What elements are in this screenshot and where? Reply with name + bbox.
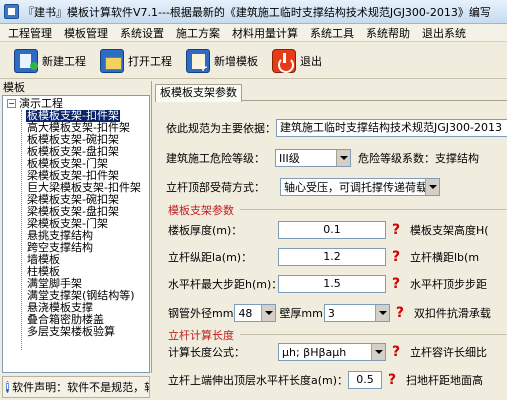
top-force-label: 立杆顶部受荷方式： bbox=[166, 181, 265, 194]
menu-project[interactable]: 工程管理 bbox=[8, 25, 52, 41]
calc-label: 计算长度公式： bbox=[168, 346, 245, 359]
top-force-value: 轴心受压，可调托撑传递荷载 bbox=[284, 181, 427, 194]
basis-label: 依此规范为主要依据： bbox=[166, 122, 276, 135]
ext-field[interactable]: 0.5 bbox=[348, 371, 383, 389]
menu-help[interactable]: 系统帮助 bbox=[366, 25, 410, 41]
exit-label: 退出 bbox=[300, 54, 322, 68]
pipe-label: 钢管外径mm bbox=[168, 307, 234, 320]
open-folder-icon bbox=[100, 48, 124, 73]
slender-label: 立杆容许长细比 bbox=[410, 346, 487, 359]
step-row: 水平杆最大步距h(m)： 1.5 ? 水平杆顶步步距 bbox=[168, 274, 487, 294]
step-label: 水平杆最大步距h(m)： bbox=[168, 278, 283, 291]
chevron-down-icon[interactable] bbox=[336, 150, 350, 166]
app-icon bbox=[4, 4, 19, 19]
tab-strip: 板模板支架参数 bbox=[155, 81, 507, 102]
la-row: 立杆纵距la(m)： 1.2 ? 立杆横距lb(m bbox=[168, 247, 479, 267]
group-divider bbox=[240, 334, 507, 335]
exit-button[interactable]: 退出 bbox=[272, 45, 322, 77]
power-icon bbox=[272, 48, 296, 73]
ext-label: 立杆上端伸出顶层水平杆长度a(m)： bbox=[168, 374, 349, 387]
new-project-button[interactable]: 新建工程 bbox=[14, 45, 86, 77]
help-icon[interactable]: ? bbox=[386, 372, 398, 388]
menu-template[interactable]: 模板管理 bbox=[64, 25, 108, 41]
info-icon: i bbox=[6, 381, 10, 393]
chevron-down-icon[interactable] bbox=[425, 179, 439, 195]
open-project-label: 打开工程 bbox=[128, 54, 172, 68]
group-calc-length-title: 立杆计算长度 bbox=[168, 329, 234, 342]
hazard-label: 建筑施工危险等级： bbox=[166, 152, 265, 165]
toolbar: 新建工程 打开工程 新增模板 退出 bbox=[0, 43, 507, 79]
help-icon[interactable]: ? bbox=[390, 222, 402, 238]
title-bar: 『建书』模板计算软件V7.1---根据最新的《建筑施工临时支撑结构技术规范JGJ… bbox=[0, 0, 507, 24]
statement-text: 软件声明：软件不是规范，软件只是工具，最终的计算结果请用户自行审核 bbox=[12, 381, 149, 394]
calc-formula-select[interactable]: μh; βHβaμh bbox=[278, 343, 386, 361]
template-tree[interactable]: − 演示工程 板模板支架-扣件架 高大模板支架-扣件架 板模板支架-碗扣架 板模… bbox=[2, 95, 150, 373]
chevron-down-icon[interactable] bbox=[371, 344, 385, 360]
menu-tools[interactable]: 系统工具 bbox=[310, 25, 354, 41]
step-field[interactable]: 1.5 bbox=[278, 275, 386, 293]
software-statement: i 软件声明：软件不是规范，软件只是工具，最终的计算结果请用户自行审核 bbox=[2, 376, 150, 398]
menu-material[interactable]: 材料用量计算 bbox=[232, 25, 298, 41]
la-label: 立杆纵距la(m)： bbox=[168, 251, 253, 264]
thickness-label: 楼板厚度(m)： bbox=[168, 224, 243, 237]
parameter-panel: 板模板支架参数 依此规范为主要依据： 建筑施工临时支撑结构技术规范JGJ300-… bbox=[155, 81, 507, 400]
pipe-row: 钢管外径mm 48 壁厚mm 3 ? 双扣件抗滑承载 bbox=[168, 303, 491, 323]
help-icon[interactable]: ? bbox=[390, 344, 402, 360]
tree-guide-line bbox=[21, 110, 22, 350]
open-project-button[interactable]: 打开工程 bbox=[100, 45, 172, 77]
pipe-diameter-value: 48 bbox=[238, 306, 253, 320]
la-field[interactable]: 1.2 bbox=[278, 248, 386, 266]
top-force-row: 立杆顶部受荷方式： 轴心受压，可调托撑传递荷载 bbox=[166, 177, 440, 197]
new-project-label: 新建工程 bbox=[42, 54, 86, 68]
basis-field[interactable]: 建筑施工临时支撑结构技术规范JGJ300-2013 bbox=[276, 119, 507, 137]
panel-title: 模板 bbox=[3, 81, 25, 94]
lb-label: 立杆横距lb(m bbox=[410, 251, 480, 264]
top-step-label: 水平杆顶步步距 bbox=[410, 278, 487, 291]
chevron-down-icon[interactable] bbox=[261, 305, 276, 321]
form-content: 依此规范为主要依据： 建筑施工临时支撑结构技术规范JGJ300-2013 建筑施… bbox=[155, 102, 507, 400]
new-project-icon bbox=[14, 48, 38, 73]
thickness-field[interactable]: 0.1 bbox=[278, 221, 386, 239]
hazard-value: III级 bbox=[279, 152, 300, 165]
tree-root[interactable]: − 演示工程 bbox=[7, 97, 63, 110]
top-force-select[interactable]: 轴心受压，可调托撑传递荷载 bbox=[280, 178, 440, 196]
collapse-icon[interactable]: − bbox=[7, 98, 16, 108]
hazard-coef-label: 危险等级系数：支撑结构 bbox=[358, 152, 479, 165]
menu-bar: 工程管理 模板管理 系统设置 施工方案 材料用量计算 系统工具 系统帮助 退出系… bbox=[0, 24, 507, 42]
chevron-down-icon[interactable] bbox=[374, 305, 389, 321]
thickness-row: 楼板厚度(m)： 0.1 ? 模板支架高度H( bbox=[168, 220, 489, 240]
sweep-label: 扫地杆距地面高 bbox=[406, 374, 484, 387]
calc-row: 计算长度公式： μh; βHβaμh ? 立杆容许长细比 bbox=[168, 342, 487, 362]
add-template-label: 新增模板 bbox=[214, 54, 258, 68]
tree-item[interactable]: 多层支架楼板验算 bbox=[26, 326, 116, 338]
wall-label: 壁厚mm bbox=[279, 307, 323, 320]
ext-row: 立杆上端伸出顶层水平杆长度a(m)： 0.5 ? 扫地杆距地面高 bbox=[168, 370, 483, 390]
calc-formula-value: μh; βHβaμh bbox=[282, 345, 347, 359]
group-support-params-title: 模板支架参数 bbox=[168, 204, 234, 217]
add-template-button[interactable]: 新增模板 bbox=[186, 45, 258, 77]
fastener-label: 双扣件抗滑承载 bbox=[413, 307, 491, 320]
height-label: 模板支架高度H( bbox=[410, 224, 489, 237]
help-icon[interactable]: ? bbox=[390, 276, 402, 292]
hazard-select[interactable]: III级 bbox=[275, 149, 351, 167]
wall-thickness-select[interactable]: 3 bbox=[323, 304, 390, 322]
help-icon[interactable]: ? bbox=[394, 305, 406, 321]
group-divider bbox=[240, 209, 507, 210]
wall-thickness-value: 3 bbox=[327, 306, 335, 320]
menu-exit[interactable]: 退出系统 bbox=[422, 25, 466, 41]
add-template-icon bbox=[186, 48, 210, 74]
tab-slab-support-params[interactable]: 板模板支架参数 bbox=[155, 84, 242, 102]
template-panel: 模板 − 演示工程 板模板支架-扣件架 高大模板支架-扣件架 板模板支架-碗扣架… bbox=[0, 81, 152, 373]
hazard-row: 建筑施工危险等级： III级 危险等级系数：支撑结构 bbox=[166, 148, 479, 168]
help-icon[interactable]: ? bbox=[390, 249, 402, 265]
menu-plan[interactable]: 施工方案 bbox=[176, 25, 220, 41]
pipe-diameter-select[interactable]: 48 bbox=[234, 304, 277, 322]
menu-settings[interactable]: 系统设置 bbox=[120, 25, 164, 41]
basis-row: 依此规范为主要依据： 建筑施工临时支撑结构技术规范JGJ300-2013 bbox=[166, 118, 507, 138]
window-title: 『建书』模板计算软件V7.1---根据最新的《建筑施工临时支撑结构技术规范JGJ… bbox=[23, 5, 491, 19]
